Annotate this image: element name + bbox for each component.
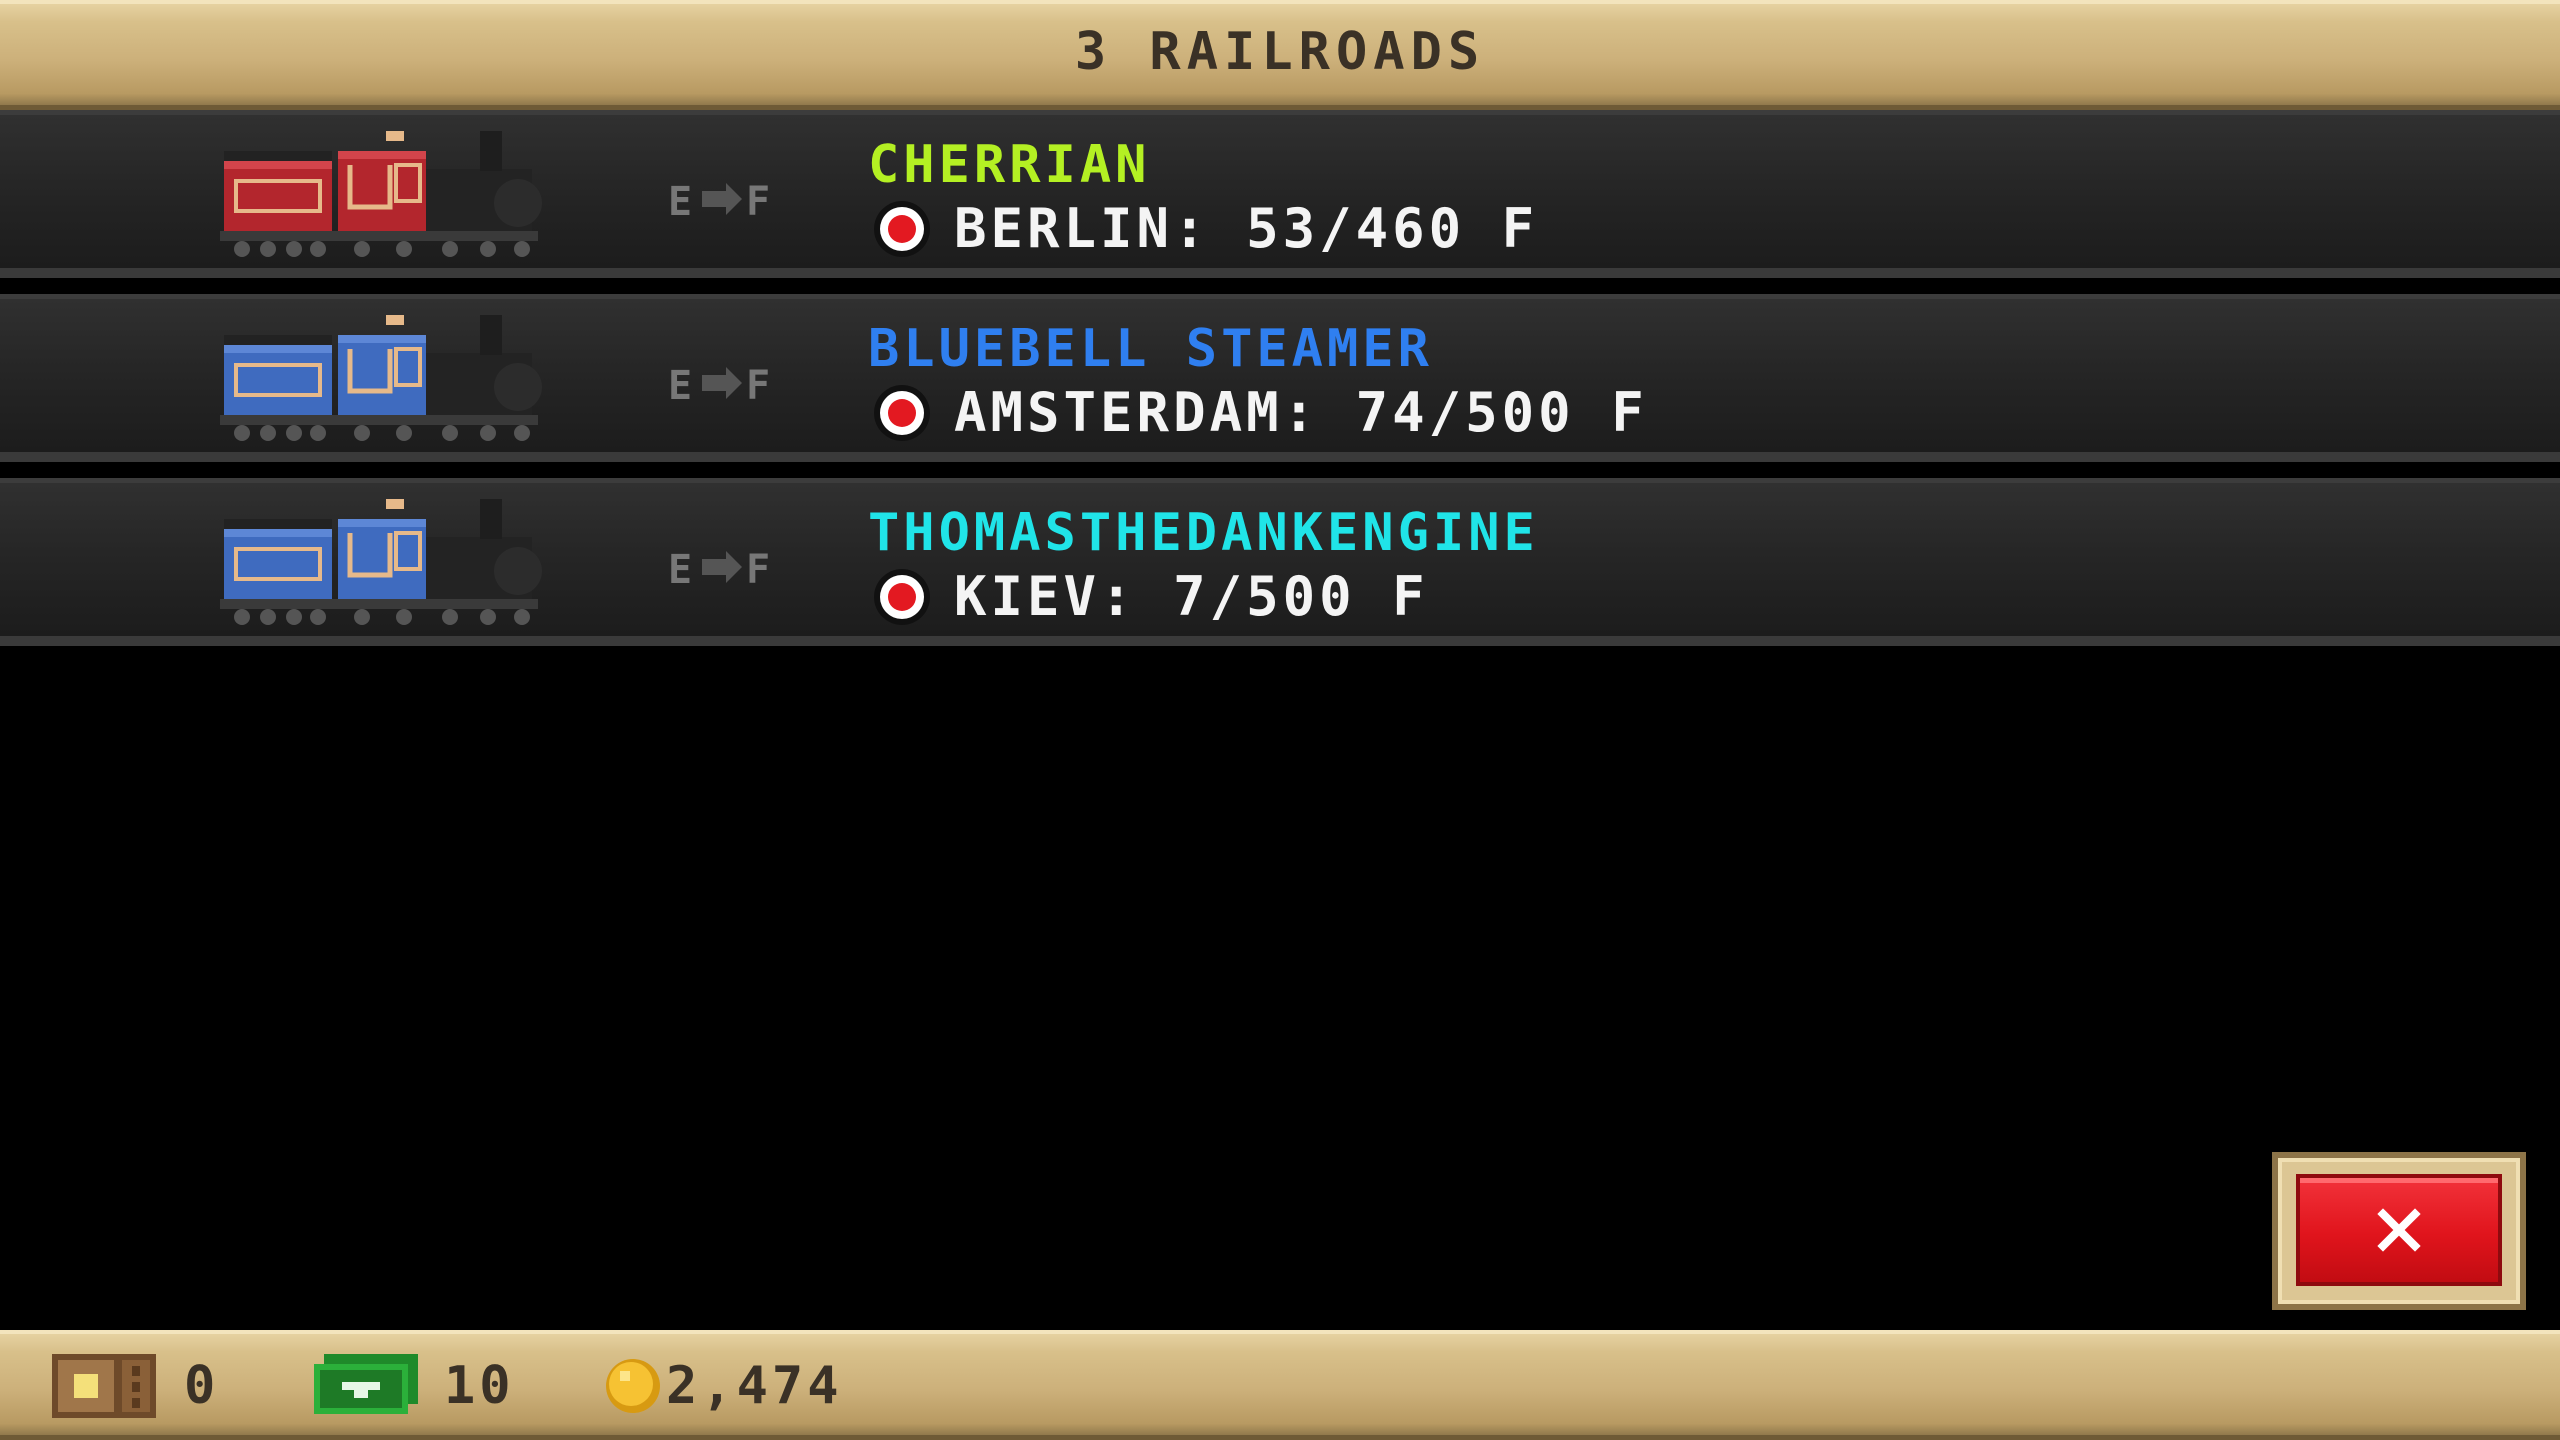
railroad-status: BERLIN: 53/460 F [872,197,1538,260]
cash-value: 10 [444,1356,515,1416]
coins-value: 2,474 [666,1356,843,1416]
railroad-name: BLUEBELL STEAMER [868,319,1433,379]
coin-icon [604,1357,662,1415]
title-bar: 3 RAILROADS [0,0,2560,110]
svg-text:E: E [668,363,692,407]
railroads-screen: 3 RAILROADS E F CHERRIAN BERLIN: 53/460 … [0,0,2560,1440]
city-status-text: KIEV: 7/500 F [954,565,1429,628]
railroad-name: THOMASTHEDANKENGINE [868,503,1539,563]
close-button[interactable] [2272,1152,2526,1310]
city-status-text: AMSTERDAM: 74/500 F [954,381,1648,444]
cash-counter: 10 [314,1354,515,1418]
crates-value: 0 [184,1356,220,1416]
gauge-icon: E F [668,543,770,593]
crates-counter: 0 [52,1354,219,1418]
blue-train-icon [218,309,558,449]
svg-text:E: E [668,179,692,223]
railroad-row-cherrian[interactable]: E F CHERRIAN BERLIN: 53/460 F [0,110,2560,278]
gauge-icon: E F [668,175,770,225]
railroad-name: CHERRIAN [868,135,1151,195]
svg-text:F: F [746,547,768,591]
svg-text:F: F [746,179,768,223]
footer-bar: 0 10 2,474 [0,1330,2560,1440]
red-train-icon [218,125,558,265]
railroad-status: AMSTERDAM: 74/500 F [872,381,1648,444]
svg-text:E: E [668,547,692,591]
page-title: 3 RAILROADS [1074,22,1486,82]
red-dot-icon [872,199,932,259]
red-dot-icon [872,567,932,627]
coins-counter: 2,474 [604,1354,843,1418]
red-dot-icon [872,383,932,443]
blue-train-icon [218,493,558,633]
railroad-row-thomasthedankengine[interactable]: E F THOMASTHEDANKENGINE KIEV: 7/500 F [0,478,2560,646]
close-icon[interactable] [2375,1206,2423,1254]
railroad-row-bluebell-steamer[interactable]: E F BLUEBELL STEAMER AMSTERDAM: 74/500 F [0,294,2560,462]
close-button-face[interactable] [2296,1174,2502,1286]
svg-text:F: F [746,363,768,407]
cash-icon [314,1354,422,1418]
city-status-text: BERLIN: 53/460 F [954,197,1539,260]
railroad-status: KIEV: 7/500 F [872,565,1429,628]
crate-icon [52,1354,156,1418]
gauge-icon: E F [668,359,770,409]
